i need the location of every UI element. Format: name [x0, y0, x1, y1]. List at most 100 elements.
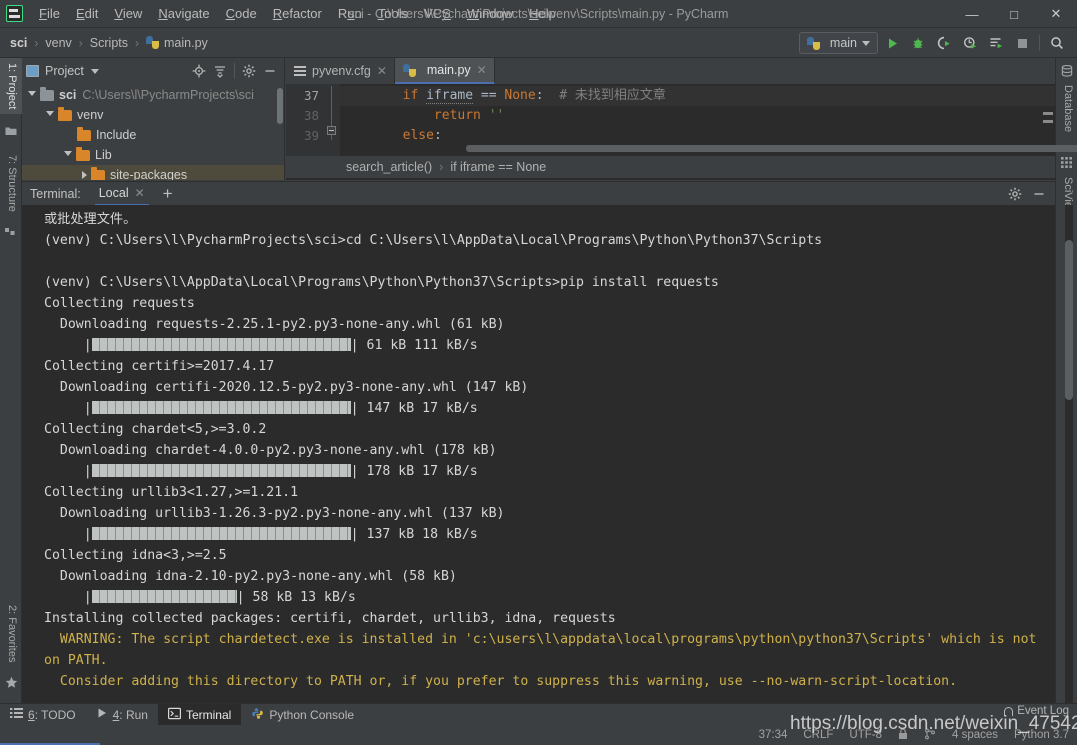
- lock-icon[interactable]: [890, 728, 916, 743]
- editor-breadcrumb-item[interactable]: search_article(): [346, 160, 432, 174]
- maximize-button[interactable]: □: [993, 0, 1035, 28]
- bottom-tab-python-console[interactable]: Python Console: [241, 704, 364, 726]
- terminal-line: (venv) C:\Users\l\PycharmProjects\sci>cd…: [44, 233, 823, 248]
- tree-toggle-icon[interactable]: [28, 90, 36, 100]
- file-encoding[interactable]: UTF-8: [841, 729, 890, 741]
- tree-node-site-packages[interactable]: site-packages: [22, 165, 284, 180]
- hide-panel-icon[interactable]: [260, 61, 280, 81]
- tree-toggle-icon[interactable]: [46, 110, 54, 120]
- terminal-line: on PATH.: [44, 653, 108, 668]
- sidebar-item-project[interactable]: 1: Project: [0, 58, 22, 115]
- project-panel-scrollbar[interactable]: [277, 88, 283, 124]
- editor-breadcrumb: search_article() › if iframe == None: [286, 156, 1055, 178]
- breadcrumb-item-venv[interactable]: venv: [45, 34, 71, 52]
- terminal-line: Downloading idna-2.10-py2.py3-none-any.w…: [44, 569, 457, 584]
- tree-toggle-icon[interactable]: [82, 171, 87, 179]
- settings-gear-icon[interactable]: [1005, 184, 1025, 204]
- run-coverage-icon[interactable]: [932, 31, 956, 55]
- bottom-tab-terminal[interactable]: Terminal: [157, 703, 242, 726]
- event-log-button[interactable]: Event Log: [1004, 705, 1069, 717]
- python-interpreter[interactable]: Python 3.7: [1006, 729, 1077, 741]
- chevron-down-icon[interactable]: [90, 68, 99, 74]
- project-tool-window: Project sci C:\Users\l\PycharmProjects\s…: [22, 58, 285, 180]
- sidebar-item-structure-label: 7: Structure: [6, 155, 18, 212]
- tree-toggle-icon[interactable]: [64, 150, 72, 160]
- close-icon[interactable]: ✕: [135, 186, 145, 200]
- editor-breadcrumb-item[interactable]: if iframe == None: [450, 160, 546, 174]
- editor-horizontal-scrollbar[interactable]: [466, 145, 1077, 152]
- locate-icon[interactable]: [189, 61, 209, 81]
- caret-position[interactable]: 37:34: [751, 729, 796, 741]
- code-token: ==: [480, 88, 497, 103]
- python-console-icon: [251, 707, 264, 723]
- code-line: if iframe == None: # 未找到相应文章: [340, 86, 1055, 106]
- fold-collapse-icon[interactable]: [327, 126, 336, 135]
- code-view[interactable]: 37 38 39 if iframe == None: # 未找到相应文章 retu…: [286, 84, 1077, 158]
- terminal-tab-local[interactable]: Local ✕: [94, 182, 149, 206]
- close-icon[interactable]: ✕: [377, 64, 387, 78]
- git-branch-icon[interactable]: [916, 728, 944, 743]
- indent-setting[interactable]: 4 spaces: [944, 729, 1006, 741]
- menu-item-run[interactable]: Run: [330, 3, 370, 24]
- terminal-line: Collecting requests: [44, 296, 195, 311]
- tree-node-sci[interactable]: sci C:\Users\l\PycharmProjects\sci: [22, 85, 284, 105]
- menu-item-code[interactable]: Code: [218, 3, 265, 24]
- run-with-console-icon[interactable]: [984, 31, 1008, 55]
- breadcrumb-item-sci[interactable]: sci: [10, 34, 27, 52]
- progress-bar: [91, 338, 351, 351]
- menu-item-view[interactable]: View: [106, 3, 150, 24]
- menu-item-vcs[interactable]: VCS: [416, 3, 459, 24]
- sidebar-item-structure[interactable]: 7: Structure: [0, 150, 22, 217]
- progress-bar: [91, 401, 351, 414]
- hide-panel-icon[interactable]: [1029, 184, 1049, 204]
- debug-icon[interactable]: [906, 31, 930, 55]
- new-terminal-button[interactable]: +: [163, 185, 173, 202]
- collapse-all-icon[interactable]: [210, 61, 230, 81]
- progress-bracket: |: [350, 527, 359, 542]
- editor-tab-pyvenv-cfg[interactable]: pyvenv.cfg ✕: [286, 58, 395, 84]
- project-window-icon: [26, 65, 39, 77]
- terminal-scrollbar-thumb[interactable]: [1065, 240, 1073, 400]
- menu-item-tools[interactable]: Tools: [370, 3, 416, 24]
- settings-gear-icon[interactable]: [239, 61, 259, 81]
- breadcrumb-item-scripts[interactable]: Scripts: [90, 34, 128, 52]
- run-configuration-selector[interactable]: main: [798, 32, 878, 54]
- sidebar-item-database[interactable]: Database: [1056, 80, 1077, 137]
- menu-item-window[interactable]: Window: [459, 3, 521, 24]
- breadcrumb-item-main-py[interactable]: main.py: [146, 34, 208, 52]
- minimize-button[interactable]: —: [951, 0, 993, 28]
- tree-node-lib[interactable]: Lib: [22, 145, 284, 165]
- terminal-output[interactable]: 或批处理文件。 (venv) C:\Users\l\PycharmProjects…: [22, 205, 1055, 703]
- close-icon[interactable]: ✕: [477, 63, 487, 77]
- profile-icon[interactable]: [958, 31, 982, 55]
- marker: [1043, 112, 1053, 115]
- chevron-down-icon: [862, 40, 870, 46]
- sidebar-item-favorites[interactable]: 2: Favorites: [0, 600, 22, 667]
- stop-icon[interactable]: [1010, 31, 1034, 55]
- status-bar: 37:34 CRLF UTF-8 4 spaces Python 3.7: [0, 725, 1077, 745]
- tree-node-include[interactable]: Include: [22, 125, 284, 145]
- bottom-tab-4--run[interactable]: 4: Run: [86, 704, 158, 726]
- editor-tab-main-py[interactable]: main.py ✕: [394, 58, 495, 84]
- menu-item-file[interactable]: File: [31, 3, 68, 24]
- run-icon[interactable]: [880, 31, 904, 55]
- menu-item-edit[interactable]: Edit: [68, 3, 106, 24]
- tree-node-venv[interactable]: venv: [22, 105, 284, 125]
- progress-bracket: |: [350, 464, 359, 479]
- close-button[interactable]: ✕: [1035, 0, 1077, 28]
- menu-item-navigate[interactable]: Navigate: [150, 3, 217, 24]
- bottom-tab-6--todo[interactable]: 6: TODO: [0, 704, 86, 726]
- breadcrumb-separator: ›: [78, 35, 83, 50]
- menu-item-help[interactable]: Help: [521, 3, 564, 24]
- terminal-line: WARNING: The script chardetect.exe is in…: [44, 632, 1037, 647]
- run-triangle-icon: [96, 707, 108, 722]
- line-number: 38: [303, 108, 319, 123]
- line-separator[interactable]: CRLF: [795, 729, 841, 741]
- search-icon[interactable]: [1045, 31, 1069, 55]
- progress-bracket: |: [83, 464, 92, 479]
- code-token: '': [488, 108, 505, 123]
- menu-item-refactor[interactable]: Refactor: [265, 3, 330, 24]
- terminal-line: Collecting urllib3<1.27,>=1.21.1: [44, 485, 299, 500]
